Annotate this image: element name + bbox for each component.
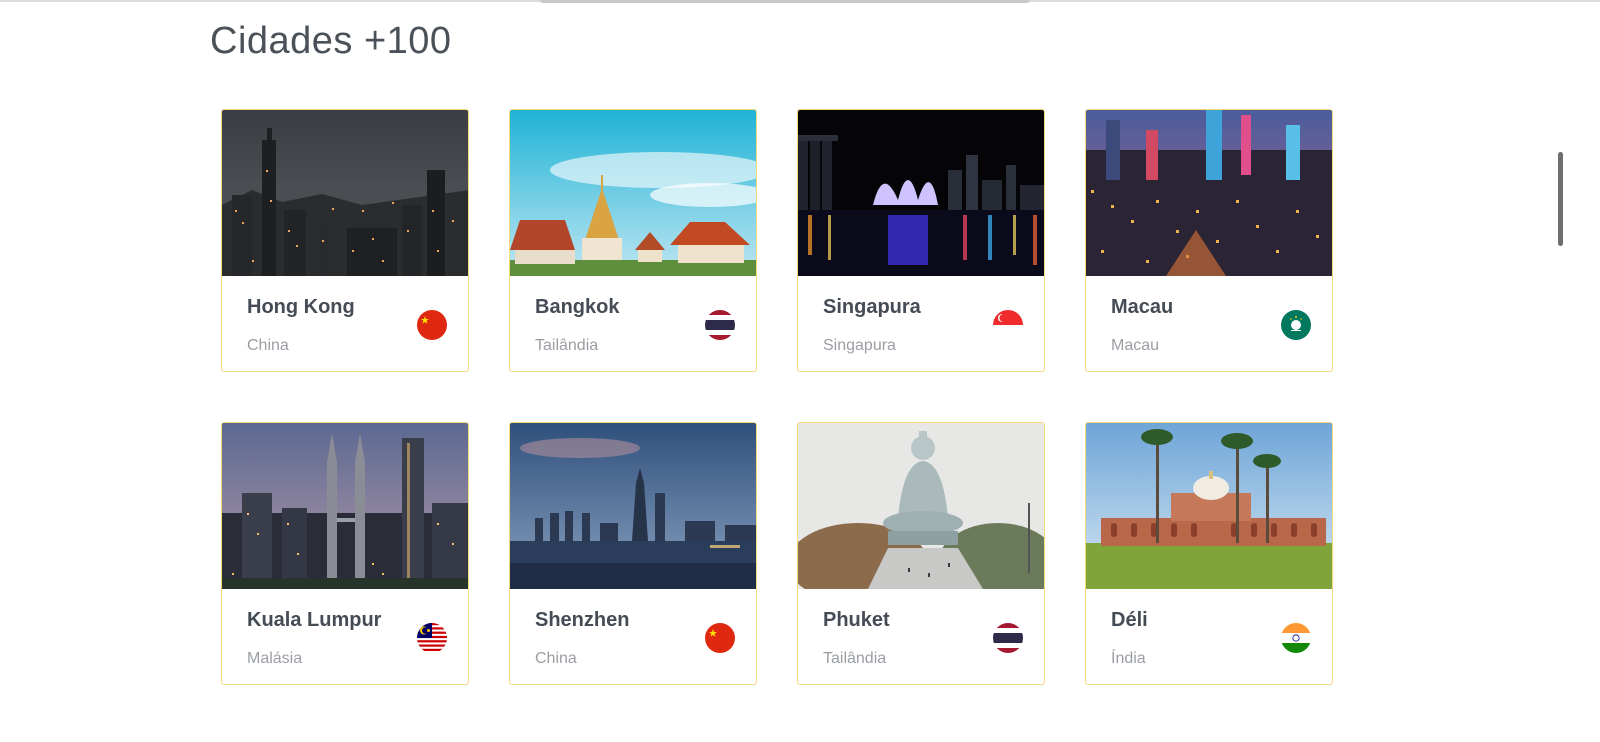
- city-name: Hong Kong: [247, 296, 355, 318]
- city-name: Déli: [1111, 609, 1148, 631]
- city-name: Kuala Lumpur: [247, 609, 382, 631]
- thailand-flag-icon: [993, 623, 1023, 653]
- country-name: China: [247, 337, 289, 354]
- city-card-shenzhen[interactable]: Shenzhen China: [509, 422, 757, 685]
- city-name: Phuket: [823, 609, 890, 631]
- humayun-tomb-icon: [1086, 423, 1332, 589]
- top-shadow-tab: [540, 0, 1030, 3]
- india-flag-icon: [1281, 623, 1311, 653]
- shenzhen-bay-skyline-icon: [510, 423, 756, 589]
- city-card-hong-kong[interactable]: Hong Kong China: [221, 109, 469, 372]
- malaysia-flag-icon: [417, 623, 447, 653]
- china-flag-icon: [705, 623, 735, 653]
- bangkok-temple-icon: [510, 110, 756, 276]
- city-name: Shenzhen: [535, 609, 630, 631]
- vertical-scrollbar-thumb[interactable]: [1558, 152, 1563, 246]
- macau-city-lights-icon: [1086, 110, 1332, 276]
- city-card-bangkok[interactable]: Bangkok Tailândia: [509, 109, 757, 372]
- city-name: Singapura: [823, 296, 921, 318]
- country-name: Índia: [1111, 650, 1146, 667]
- city-grid: Hong Kong China Bangkok Tailândia Singap…: [221, 109, 1336, 687]
- country-name: Malásia: [247, 650, 303, 667]
- city-name: Bangkok: [535, 296, 620, 318]
- macau-flag-icon: [1281, 310, 1311, 340]
- country-name: Singapura: [823, 337, 896, 354]
- city-card-macau[interactable]: Macau Macau: [1085, 109, 1333, 372]
- petronas-towers-icon: [222, 423, 468, 589]
- thailand-flag-icon: [705, 310, 735, 340]
- phuket-big-buddha-icon: [798, 423, 1044, 589]
- china-flag-icon: [417, 310, 447, 340]
- country-name: Tailândia: [823, 650, 887, 667]
- country-name: Tailândia: [535, 337, 599, 354]
- city-name: Macau: [1111, 296, 1174, 318]
- city-card-singapura[interactable]: Singapura Singapura: [797, 109, 1045, 372]
- city-card-phuket[interactable]: Phuket Tailândia: [797, 422, 1045, 685]
- country-name: China: [535, 650, 577, 667]
- hong-kong-skyline-night-icon: [222, 110, 468, 276]
- city-card-deli[interactable]: Déli Índia: [1085, 422, 1333, 685]
- city-card-kuala-lumpur[interactable]: Kuala Lumpur Malásia: [221, 422, 469, 685]
- singapore-flag-icon: [993, 310, 1023, 340]
- country-name: Macau: [1111, 337, 1160, 354]
- page-title: Cidades +100: [210, 20, 452, 62]
- singapore-marina-night-icon: [798, 110, 1044, 276]
